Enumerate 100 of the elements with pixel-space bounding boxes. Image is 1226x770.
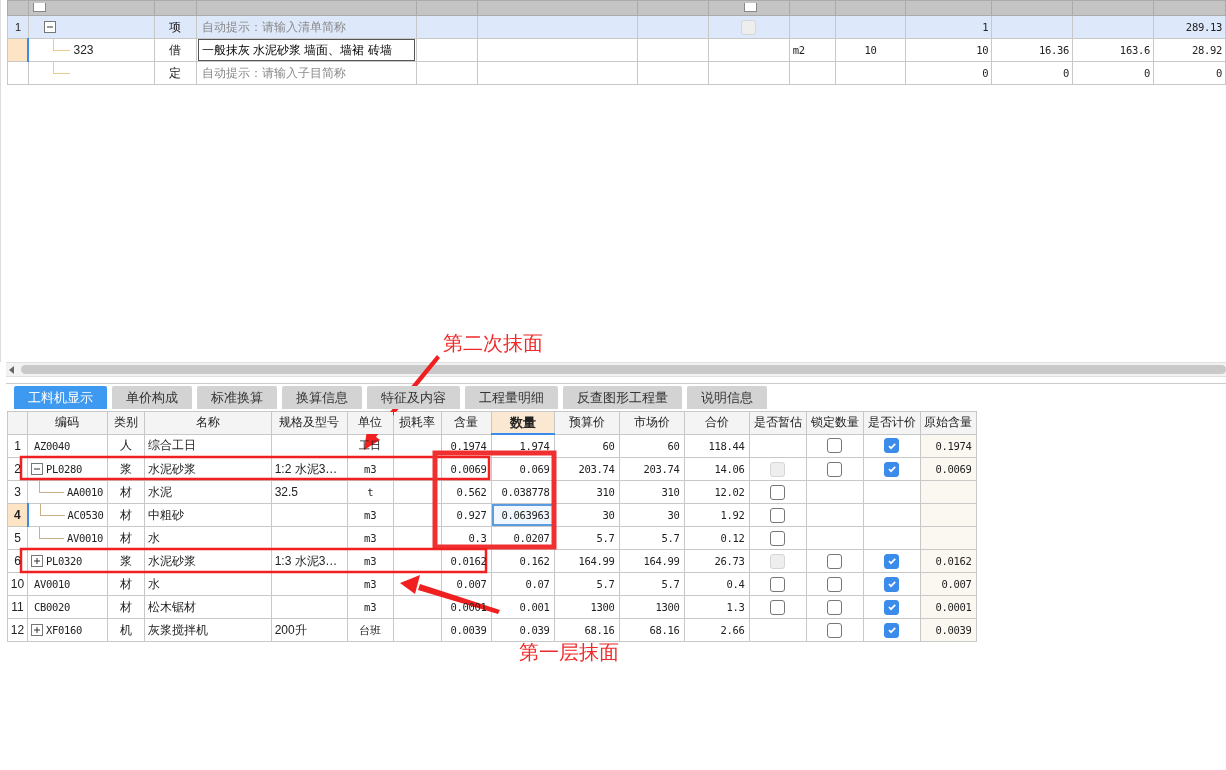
checkbox[interactable] — [770, 484, 786, 500]
checkbox[interactable] — [884, 553, 900, 569]
original-content-cell: 0.0039 — [935, 624, 972, 636]
category-cell: 材 — [119, 530, 132, 545]
checkbox[interactable] — [827, 622, 843, 638]
price-cell: 68.16 — [649, 624, 680, 636]
content-cell: 0.562 — [456, 486, 487, 498]
column-header[interactable]: 合价 — [684, 411, 750, 434]
name-cell: 水泥砂浆 — [147, 553, 196, 568]
column-header[interactable]: 是否计价 — [863, 411, 921, 434]
check-icon — [886, 464, 897, 475]
tab[interactable]: 换算信息 — [282, 386, 362, 409]
checkbox[interactable] — [827, 576, 843, 592]
category-cell: 人 — [119, 438, 132, 453]
column-header[interactable]: 锁定数量 — [806, 411, 864, 434]
type-cell: 项 — [169, 19, 182, 34]
horizontal-scrollbar[interactable] — [6, 362, 1226, 377]
price-cell: 1300 — [655, 601, 680, 613]
row-number: 1 — [14, 438, 21, 453]
checkbox[interactable] — [827, 461, 843, 477]
original-content-cell: 0.0162 — [935, 555, 972, 567]
price-cell: 5.7 — [661, 532, 680, 544]
table-cell: 289.13 — [1185, 21, 1222, 33]
total-cell: 1.92 — [720, 509, 745, 521]
column-header[interactable]: 损耗率 — [393, 411, 442, 434]
column-header[interactable]: 含量 — [441, 411, 492, 434]
tab[interactable]: 说明信息 — [687, 386, 767, 409]
checkbox[interactable] — [770, 576, 786, 592]
table-cell: 0 — [982, 67, 989, 79]
unit-cell: m3 — [364, 555, 377, 567]
table-cell: 16.36 — [1039, 44, 1070, 56]
column-header[interactable]: 名称 — [144, 411, 272, 434]
total-cell: 12.02 — [714, 486, 745, 498]
name-input-field[interactable]: 一般抹灰 水泥砂浆 墙面、墙裙 砖墙 — [197, 39, 415, 61]
column-header[interactable]: 类别 — [107, 411, 145, 434]
original-content-cell: 0.0001 — [935, 601, 972, 613]
category-cell: 浆 — [119, 553, 132, 568]
row-number: 11 — [11, 600, 24, 614]
collapse-icon[interactable] — [43, 21, 56, 33]
table-cell: 1 — [982, 21, 989, 33]
total-cell: 0.12 — [720, 532, 745, 544]
quantity-cell: 1.974 — [519, 440, 550, 452]
name-cell: 水 — [147, 576, 160, 591]
tab[interactable]: 标准换算 — [197, 386, 277, 409]
spec-cell: 200升 — [274, 622, 307, 637]
checkbox[interactable] — [827, 438, 843, 454]
checkbox[interactable] — [884, 576, 900, 592]
column-header[interactable]: 预算价 — [554, 411, 620, 434]
tab[interactable]: 反查图形工程量 — [563, 386, 682, 409]
unit-cell: 台班 — [359, 623, 381, 636]
quantity-cell: 0.039 — [519, 624, 550, 636]
checkbox[interactable] — [827, 553, 843, 569]
expand-icon[interactable] — [31, 555, 43, 567]
column-header[interactable]: 市场价 — [619, 411, 685, 434]
name-cell: 中粗砂 — [147, 507, 184, 522]
tree-line — [39, 481, 64, 493]
expand-icon[interactable] — [31, 624, 43, 636]
category-cell: 材 — [119, 599, 132, 614]
original-content-cell: 0.007 — [941, 578, 972, 590]
total-cell: 0.4 — [726, 578, 745, 590]
column-header[interactable]: 原始含量 — [920, 411, 977, 434]
name-cell: 松木锯材 — [147, 599, 196, 614]
row-number: 5 — [14, 531, 21, 545]
checkbox[interactable] — [884, 622, 900, 638]
quantity-cell: 0.07 — [525, 578, 550, 590]
total-cell: 2.66 — [720, 624, 745, 636]
tab[interactable]: 工程量明细 — [465, 386, 558, 409]
tree-line — [52, 62, 70, 74]
type-cell: 定 — [169, 65, 182, 80]
unit-cell: t — [367, 486, 374, 498]
checkbox[interactable] — [884, 461, 900, 477]
total-cell: 118.44 — [708, 439, 745, 452]
column-header[interactable]: 编码 — [27, 411, 108, 434]
price-cell: 60 — [602, 439, 615, 452]
checkbox[interactable] — [884, 599, 900, 615]
column-header[interactable]: 是否暂估 — [749, 411, 807, 434]
code-cell: AA0010 — [67, 486, 104, 498]
total-cell: 14.06 — [714, 463, 745, 475]
checkbox[interactable] — [827, 599, 843, 615]
name-cell: 综合工日 — [147, 438, 196, 453]
row-number: 3 — [14, 485, 21, 499]
scroll-left-icon[interactable] — [9, 365, 15, 374]
checkbox[interactable] — [884, 438, 900, 454]
checkbox[interactable] — [770, 507, 786, 523]
spec-cell: 1:3 水泥3… — [274, 553, 338, 568]
annotation-label: 第二次抹面 — [443, 331, 543, 355]
table-cell: 0 — [1063, 67, 1070, 79]
table-cell: m2 — [792, 44, 805, 56]
checkbox[interactable] — [744, 3, 758, 12]
checkbox[interactable] — [770, 530, 786, 546]
column-header[interactable]: 数量 — [491, 411, 555, 434]
checkbox[interactable] — [770, 599, 786, 615]
column-header[interactable]: 单位 — [347, 411, 394, 434]
name-field[interactable]: 自动提示：请输入子目简称 — [197, 62, 415, 84]
tab[interactable]: 单价构成 — [112, 386, 192, 409]
collapse-icon[interactable] — [31, 463, 43, 475]
checkbox[interactable] — [32, 3, 46, 12]
tree-line — [39, 527, 64, 539]
column-header[interactable]: 规格及型号 — [271, 411, 348, 434]
tab[interactable]: 特征及内容 — [367, 386, 460, 409]
